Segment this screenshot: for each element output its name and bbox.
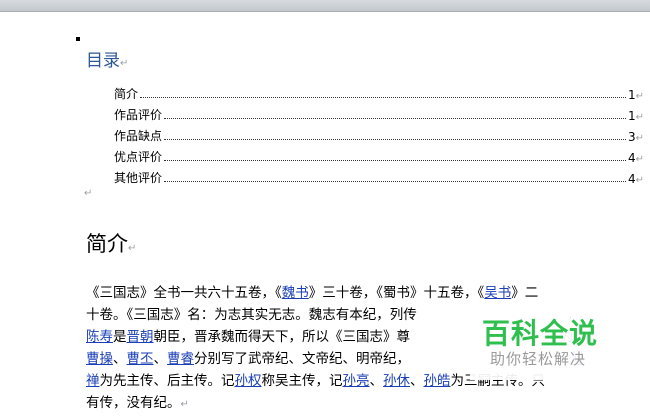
watermark-logo: 百科全说 助你轻松解决 xyxy=(470,300,650,380)
toc-leader xyxy=(164,118,626,119)
hyperlink[interactable]: 晋朝 xyxy=(127,329,154,345)
toc-item[interactable]: 优点评价 4↵ xyxy=(114,144,644,165)
toc-item[interactable]: 作品评价 1↵ xyxy=(114,102,644,123)
hyperlink[interactable]: 禅 xyxy=(86,373,100,389)
section-heading: 简介↵ xyxy=(86,232,137,256)
watermark-title: 百科全说 xyxy=(482,317,599,350)
toc-leader xyxy=(164,139,626,140)
toc-item-page[interactable]: 3↵ xyxy=(628,130,644,144)
hyperlink[interactable]: 孙权 xyxy=(235,373,262,389)
hyperlink[interactable]: 陈寿 xyxy=(86,329,113,345)
bullet-marker xyxy=(76,37,80,41)
empty-paragraph-mark: ↵ xyxy=(84,188,93,199)
hyperlink[interactable]: 曹睿 xyxy=(167,351,194,367)
toc-item-label[interactable]: 作品缺点 xyxy=(114,127,162,144)
toc-item-label[interactable]: 优点评价 xyxy=(114,148,162,165)
toc-item-page[interactable]: 4↵ xyxy=(628,151,644,165)
table-of-contents: 简介 1↵ 作品评价 1↵ 作品缺点 3↵ 优点评价 4↵ 其他评价 4↵ xyxy=(114,81,644,186)
toc-item-page[interactable]: 1↵ xyxy=(628,88,644,102)
toc-item[interactable]: 其他评价 4↵ xyxy=(114,165,644,186)
toc-item[interactable]: 作品缺点 3↵ xyxy=(114,123,644,144)
toc-item-page[interactable]: 1↵ xyxy=(628,109,644,123)
toc-item[interactable]: 简介 1↵ xyxy=(114,81,644,102)
toc-item-label[interactable]: 作品评价 xyxy=(114,106,162,123)
hyperlink[interactable]: 魏书 xyxy=(282,285,309,301)
toc-leader xyxy=(164,160,626,161)
hyperlink[interactable]: 孙休 xyxy=(383,373,410,389)
toc-item-label[interactable]: 其他评价 xyxy=(114,169,162,186)
hyperlink[interactable]: 孙皓 xyxy=(424,373,451,389)
watermark-subtitle: 助你轻松解决 xyxy=(490,350,587,368)
hyperlink[interactable]: 吴书 xyxy=(484,285,511,301)
toc-leader xyxy=(164,181,626,182)
paragraph-line: 有传，没有纪。↵ xyxy=(86,395,189,411)
toc-title: 目录↵ xyxy=(86,51,129,71)
toc-leader xyxy=(140,97,626,98)
hyperlink[interactable]: 曹操 xyxy=(86,351,113,367)
window-top-bar xyxy=(0,0,650,12)
toc-item-label[interactable]: 简介 xyxy=(114,85,138,102)
hyperlink[interactable]: 曹丕 xyxy=(127,351,154,367)
toc-item-page[interactable]: 4↵ xyxy=(628,172,644,186)
hyperlink[interactable]: 孙亮 xyxy=(343,373,370,389)
